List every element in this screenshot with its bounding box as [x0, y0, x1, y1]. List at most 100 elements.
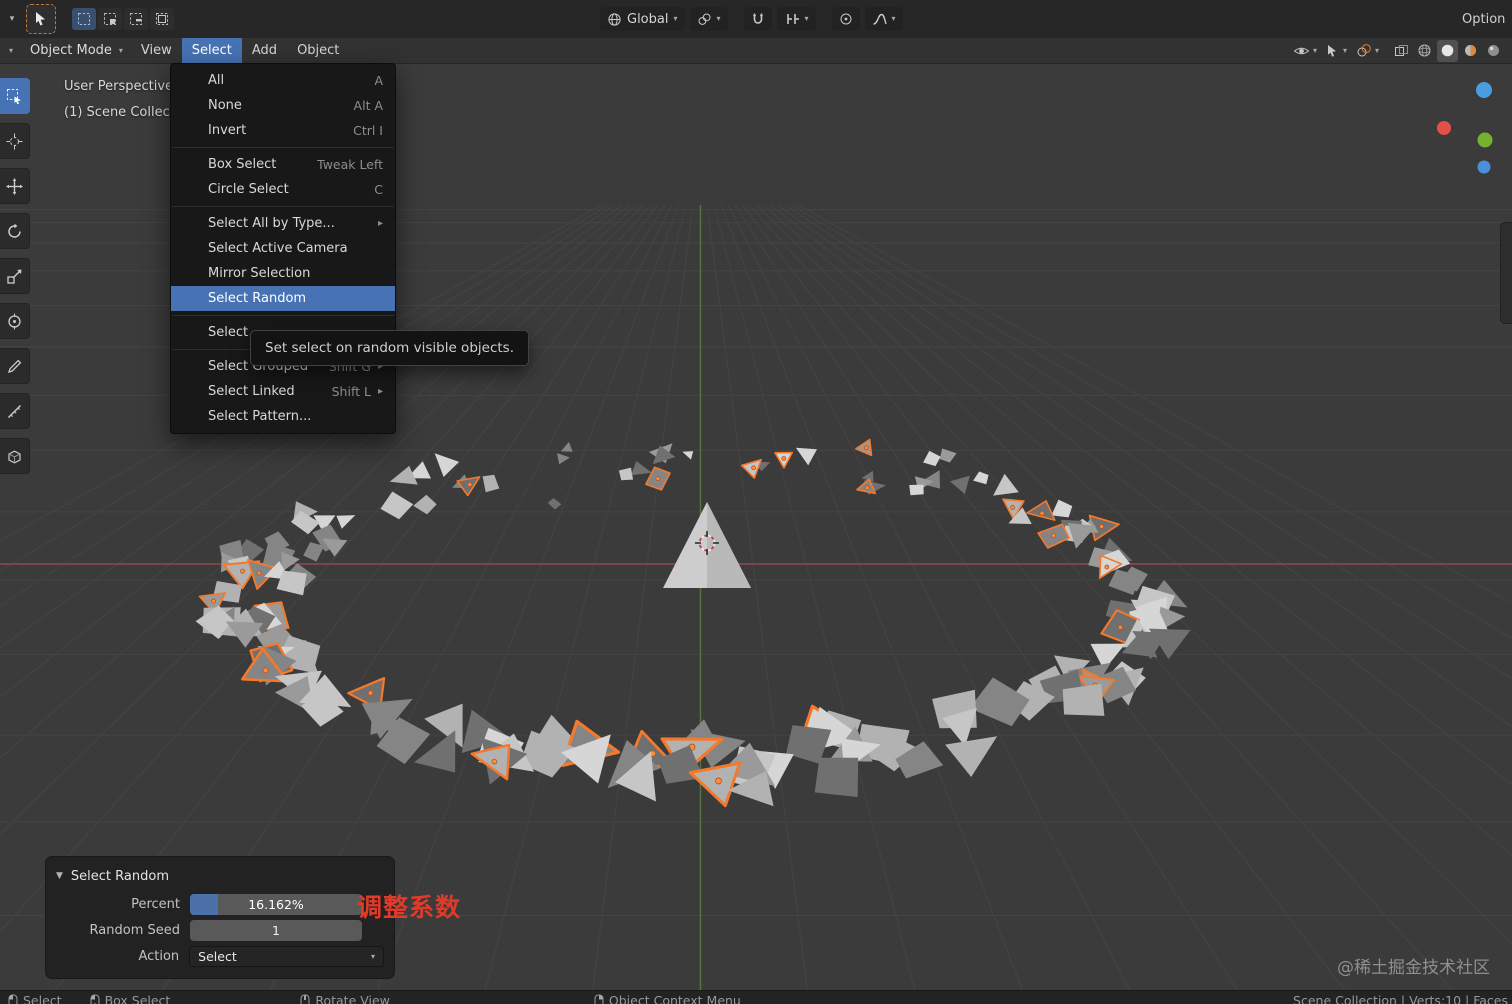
select-mode-new-button[interactable] — [72, 8, 96, 30]
tool-annotate-button[interactable] — [0, 348, 30, 384]
editor-type-button[interactable]: ▾ — [0, 38, 22, 63]
menu-item-shortcut: Tweak Left — [317, 157, 383, 172]
chevron-down-icon: ▾ — [1312, 45, 1317, 55]
menu-item-invert[interactable]: Invert Ctrl I — [171, 118, 395, 143]
box-select-icon — [6, 88, 23, 105]
sidebar-toggle-tab[interactable] — [1500, 222, 1512, 324]
select-menu: All A None Alt A Invert Ctrl I Box Select Tweak… — [170, 63, 396, 434]
xray-toggle-button[interactable] — [1391, 40, 1412, 62]
menu-separator — [172, 315, 394, 316]
menu-item-all[interactable]: All A — [171, 68, 395, 93]
operator-panel-header[interactable]: ▼ Select Random — [56, 863, 384, 889]
menu-separator — [172, 147, 394, 148]
status-hint-label: Select — [23, 993, 62, 1004]
tool-scale-button[interactable] — [0, 258, 30, 294]
snap-mode-dropdown[interactable]: ▾ — [776, 7, 816, 31]
action-label: Action — [138, 949, 180, 964]
window-menu-chevron[interactable]: ▾ — [4, 14, 20, 24]
menu-item-mirror-selection[interactable]: Mirror Selection — [171, 261, 395, 286]
menu-item-circle-select[interactable]: Circle Select C — [171, 177, 395, 202]
menu-item-shortcut: Shift L — [331, 384, 371, 399]
operator-panel-title: Select Random — [70, 868, 169, 884]
shading-material-button[interactable] — [1460, 40, 1481, 62]
gizmos-dropdown[interactable]: ▾ — [1323, 40, 1350, 62]
chevron-down-icon: ▾ — [1374, 45, 1379, 55]
menu-item-shortcut: C — [374, 182, 383, 197]
percent-value: 16.162% — [248, 897, 304, 912]
pivot-icon — [697, 12, 712, 27]
menu-item-box-select[interactable]: Box Select Tweak Left — [171, 152, 395, 177]
transform-icon — [6, 313, 23, 330]
status-hint-select: Select — [8, 993, 62, 1004]
active-tool-indicator[interactable] — [26, 4, 56, 34]
tool-box-select-button[interactable] — [0, 78, 30, 114]
random-seed-field[interactable]: 1 — [190, 920, 362, 941]
select-mode-group — [72, 8, 174, 30]
menu-item-label: Invert — [208, 123, 247, 138]
transform-orientation-dropdown[interactable]: Global ▾ — [600, 7, 685, 31]
tooltip: Set select on random visible objects. — [250, 330, 529, 366]
visibility-dropdown[interactable]: ▾ — [1290, 40, 1320, 62]
select-mode-extend-button[interactable] — [98, 8, 122, 30]
watermark: @稀土掘金技术社区 — [1337, 958, 1490, 978]
material-sphere-icon — [1463, 43, 1478, 58]
status-hint-rotate-view: Rotate View — [300, 993, 390, 1004]
eye-icon — [1293, 44, 1310, 58]
menu-select[interactable]: Select — [181, 38, 242, 63]
menu-view[interactable]: View — [131, 38, 182, 63]
viewport-header: ▾ Object Mode ▾ View Select Add Object ▾ ▾ … — [0, 38, 1512, 64]
percent-slider[interactable]: 16.162% — [190, 894, 362, 915]
menu-item-select-linked[interactable]: Select Linked Shift L ▸ — [171, 379, 395, 404]
menu-add[interactable]: Add — [242, 38, 287, 63]
status-hint-label: Rotate View — [315, 993, 390, 1004]
proportional-falloff-dropdown[interactable]: ▾ — [864, 7, 903, 31]
select-mode-invert-button[interactable] — [150, 8, 174, 30]
menu-item-label: Mirror Selection — [208, 266, 311, 281]
menu-item-select-all-by-type[interactable]: Select All by Type... ▸ — [171, 211, 395, 236]
menu-item-label: Select Random — [208, 291, 307, 306]
action-dropdown[interactable]: Select ▾ — [189, 946, 384, 967]
status-hint-box-select: Box Select — [90, 993, 170, 1004]
chevron-down-icon: ▾ — [1342, 45, 1347, 55]
submenu-arrow-icon: ▸ — [377, 218, 383, 229]
menu-object[interactable]: Object — [287, 38, 349, 63]
tool-measure-button[interactable] — [0, 393, 30, 429]
submenu-arrow-icon: ▸ — [377, 386, 383, 397]
menu-item-none[interactable]: None Alt A — [171, 93, 395, 118]
tool-transform-button[interactable] — [0, 303, 30, 339]
magnet-icon — [751, 12, 765, 27]
overlays-dropdown[interactable]: ▾ — [1353, 40, 1382, 62]
select-invert-icon — [155, 12, 169, 26]
tool-cursor-button[interactable] — [0, 123, 30, 159]
object-mode-dropdown[interactable]: Object Mode ▾ — [22, 38, 131, 63]
menu-entries: View Select Add Object — [131, 38, 349, 63]
menu-item-select-pattern[interactable]: Select Pattern... — [171, 404, 395, 429]
menu-item-label: All — [208, 73, 225, 88]
random-seed-value: 1 — [272, 923, 280, 938]
chevron-down-icon: ▾ — [673, 14, 678, 23]
scale-icon — [6, 268, 23, 285]
chevron-down-icon: ▾ — [716, 14, 721, 23]
menu-separator — [172, 206, 394, 207]
menu-item-select-random[interactable]: Select Random — [171, 286, 395, 311]
select-mode-subtract-button[interactable] — [124, 8, 148, 30]
shading-solid-button[interactable] — [1437, 39, 1458, 62]
tool-add-cube-button[interactable] — [0, 438, 30, 474]
menu-item-label: Select Linked — [208, 384, 295, 399]
menu-item-shortcut: Alt A — [353, 98, 383, 113]
shading-wireframe-button[interactable] — [1414, 40, 1435, 62]
chevron-down-icon: ▾ — [804, 14, 809, 23]
tool-rotate-button[interactable] — [0, 213, 30, 249]
percent-label: Percent — [131, 897, 180, 912]
proportional-editing-toggle[interactable] — [831, 7, 860, 31]
shading-rendered-button[interactable] — [1483, 40, 1504, 62]
move-icon — [6, 177, 23, 195]
options-button[interactable]: Option — [1462, 0, 1512, 38]
menu-item-label: Select All by Type... — [208, 216, 335, 231]
tool-move-button[interactable] — [0, 168, 30, 204]
menu-item-label: None — [208, 98, 242, 113]
transform-pivot-dropdown[interactable]: ▾ — [689, 7, 728, 31]
gizmo-arrow-icon — [1326, 44, 1340, 58]
menu-item-select-active-camera[interactable]: Select Active Camera — [171, 236, 395, 261]
snap-toggle-button[interactable] — [743, 7, 772, 31]
